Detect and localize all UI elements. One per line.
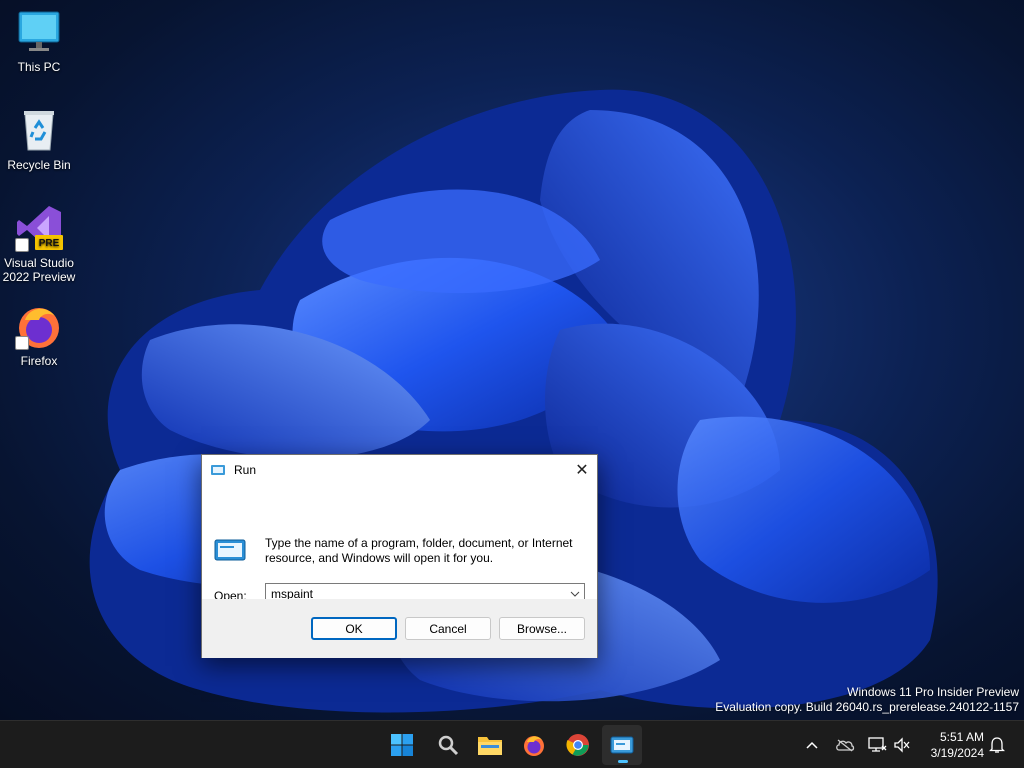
run-title: Run: [234, 462, 257, 477]
desktop-icon-firefox[interactable]: Firefox: [0, 302, 78, 368]
start-icon: [391, 734, 413, 756]
show-hidden-icons-button[interactable]: [800, 733, 824, 757]
shortcut-arrow-icon: [15, 336, 29, 350]
run-footer: OK Cancel Browse...: [202, 599, 597, 658]
start-button[interactable]: [382, 725, 422, 765]
run-program-icon: [214, 539, 246, 566]
run-icon: [210, 462, 226, 478]
desktop-icon-label: Recycle Bin: [7, 158, 71, 172]
run-titlebar[interactable]: Run ✕: [202, 455, 597, 484]
taskbar: 5:51 AM 3/19/2024: [0, 720, 1024, 768]
file-explorer-button[interactable]: [470, 725, 510, 765]
volume-muted-icon: [894, 737, 910, 753]
watermark-line-2: Evaluation copy. Build 26040.rs_prerelea…: [715, 700, 1019, 714]
chrome-icon: [566, 734, 589, 756]
system-clock[interactable]: 5:51 AM 3/19/2024: [920, 729, 984, 761]
firefox-icon: [524, 736, 544, 756]
evaluation-watermark: Windows 11 Pro Insider Preview Evaluatio…: [715, 685, 1019, 715]
volume-tray-button[interactable]: [890, 733, 914, 757]
notifications-button[interactable]: [985, 733, 1009, 757]
firefox-icon: [15, 302, 63, 350]
desktop-icon-recycle-bin[interactable]: Recycle Bin: [0, 106, 78, 172]
chrome-taskbar-button[interactable]: [558, 725, 598, 765]
network-tray-button[interactable]: [865, 733, 889, 757]
shortcut-arrow-icon: [15, 238, 29, 252]
monitor-icon: [15, 8, 63, 56]
file-explorer-icon: [478, 737, 502, 755]
close-icon: ✕: [575, 461, 589, 479]
run-dialog: Run ✕ Type the name of a program, folder…: [201, 454, 598, 658]
chevron-up-icon: [806, 741, 818, 749]
close-button[interactable]: ✕: [567, 455, 597, 484]
run-body: Type the name of a program, folder, docu…: [202, 484, 597, 606]
clock-time: 5:51 AM: [939, 730, 984, 744]
onedrive-tray-button[interactable]: [833, 733, 857, 757]
desktop-icon-label: This PC: [17, 60, 61, 74]
ok-button[interactable]: OK: [311, 617, 397, 640]
active-app-indicator: [618, 760, 628, 763]
browse-button[interactable]: Browse...: [499, 617, 585, 640]
search-button[interactable]: [428, 725, 468, 765]
network-icon: [868, 737, 887, 752]
firefox-taskbar-button[interactable]: [514, 725, 554, 765]
desktop-icon-label: Visual Studio 2022 Preview: [2, 256, 76, 284]
visual-studio-icon: PRE: [15, 204, 63, 252]
desktop-icon-visual-studio[interactable]: PRE Visual Studio 2022 Preview: [0, 204, 78, 284]
run-description: Type the name of a program, folder, docu…: [265, 536, 573, 565]
desktop-icon-label: Firefox: [20, 354, 58, 368]
clock-date: 3/19/2024: [930, 746, 984, 760]
run-icon: [610, 736, 634, 754]
cancel-button[interactable]: Cancel: [405, 617, 491, 640]
watermark-line-1: Windows 11 Pro Insider Preview: [847, 685, 1019, 699]
run-taskbar-button[interactable]: [602, 725, 642, 765]
notification-bell-icon: [989, 737, 1005, 753]
svg-text:PRE: PRE: [39, 238, 60, 249]
onedrive-icon: [836, 739, 855, 752]
recycle-bin-icon: [15, 106, 63, 154]
desktop-icon-this-pc[interactable]: This PC: [0, 8, 78, 74]
search-icon: [438, 735, 459, 756]
